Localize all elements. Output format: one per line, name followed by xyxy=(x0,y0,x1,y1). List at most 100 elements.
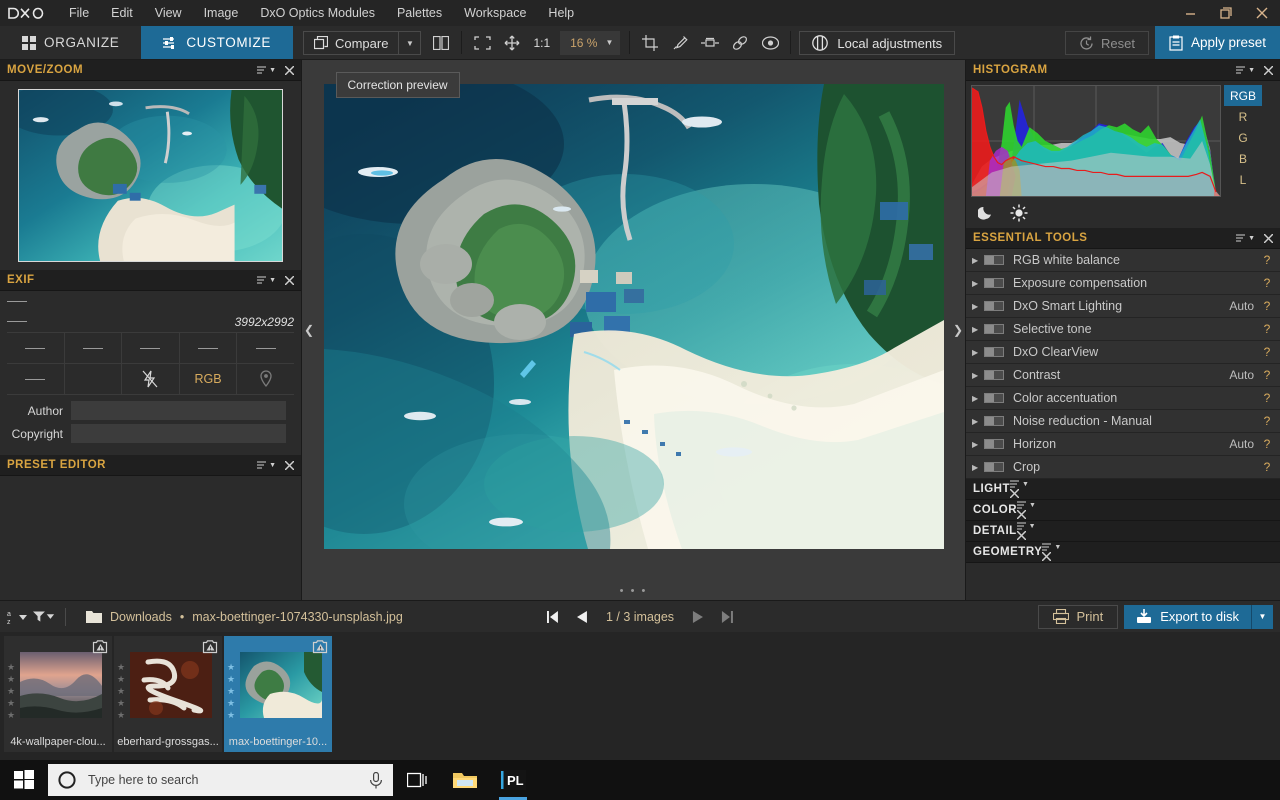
tool-row[interactable]: ▶ RGB white balance? xyxy=(966,249,1280,272)
next-image-button[interactable] xyxy=(692,610,704,623)
help-icon[interactable]: ? xyxy=(1263,276,1271,290)
close-icon[interactable] xyxy=(1244,0,1280,26)
rating-star[interactable]: ★ xyxy=(117,662,125,672)
copyright-input[interactable] xyxy=(71,424,286,443)
collapse-right-panel-button[interactable]: ❯ xyxy=(951,310,965,350)
panel-menu-icon[interactable]: ▼ xyxy=(1236,233,1255,243)
print-button[interactable]: Print xyxy=(1037,604,1119,629)
menu-image[interactable]: Image xyxy=(193,0,250,26)
close-icon[interactable] xyxy=(1016,531,1036,540)
tool-row[interactable]: ▶ Contrast Auto? xyxy=(966,364,1280,387)
collapse-left-panel-button[interactable]: ❮ xyxy=(302,310,316,350)
disclosure-triangle-icon[interactable]: ▶ xyxy=(972,440,984,449)
file-explorer-icon[interactable] xyxy=(441,760,489,800)
rating-star[interactable]: ★ xyxy=(7,662,15,672)
no-optics-module-warning-icon[interactable] xyxy=(202,638,219,655)
taskbar-search[interactable]: Type here to search xyxy=(48,764,393,796)
eyedropper-icon[interactable] xyxy=(667,30,693,56)
tool-auto-badge[interactable]: Auto xyxy=(1229,368,1263,382)
palette-section-header[interactable]: LIGHT ▼ xyxy=(966,479,1280,500)
tool-toggle[interactable] xyxy=(984,416,1004,426)
rating-star[interactable]: ★ xyxy=(7,698,15,708)
panel-menu-icon[interactable]: ▼ xyxy=(257,65,276,75)
tab-organize[interactable]: ORGANIZE xyxy=(0,26,141,59)
tool-toggle[interactable] xyxy=(984,462,1004,472)
tool-row[interactable]: ▶ DxO ClearView? xyxy=(966,341,1280,364)
tool-row[interactable]: ▶ Crop? xyxy=(966,456,1280,479)
close-icon[interactable] xyxy=(1042,552,1061,561)
filmstrip-thumbnail[interactable]: ★ ★ ★ ★ ★ eberhard-grossgas... xyxy=(114,636,222,752)
zoom-1to1-label[interactable]: 1:1 xyxy=(529,36,554,50)
tool-auto-badge[interactable]: Auto xyxy=(1229,299,1263,313)
disclosure-triangle-icon[interactable]: ▶ xyxy=(972,325,984,334)
local-adjustments-button[interactable]: Local adjustments xyxy=(799,31,956,55)
export-options-chevron-down-icon[interactable]: ▼ xyxy=(1251,604,1273,629)
photolab-taskbar-icon[interactable]: PL xyxy=(489,760,537,800)
microphone-icon[interactable] xyxy=(369,771,383,789)
disclosure-triangle-icon[interactable]: ▶ xyxy=(972,463,984,472)
tool-row[interactable]: ▶ DxO Smart Lighting Auto? xyxy=(966,295,1280,318)
palette-section-header[interactable]: COLOR ▼ xyxy=(966,500,1280,521)
help-icon[interactable]: ? xyxy=(1263,437,1271,451)
close-icon[interactable] xyxy=(285,65,294,75)
preview-eye-icon[interactable] xyxy=(757,30,783,56)
panel-menu-icon[interactable]: ▼ xyxy=(1017,501,1036,510)
palette-section-header[interactable]: DETAIL ▼ xyxy=(966,521,1280,542)
menu-help[interactable]: Help xyxy=(537,0,585,26)
palette-section-header[interactable]: GEOMETRY ▼ xyxy=(966,542,1280,563)
channel-l-button[interactable]: L xyxy=(1224,169,1262,190)
rating-star[interactable]: ★ xyxy=(117,710,125,720)
rating-star[interactable]: ★ xyxy=(227,686,235,696)
close-icon[interactable] xyxy=(285,460,294,470)
filmstrip-thumbnail[interactable]: ★ ★ ★ ★ ★ 4k-wallpaper-clou... xyxy=(4,636,112,752)
reset-button[interactable]: Reset xyxy=(1064,31,1149,55)
help-icon[interactable]: ? xyxy=(1263,460,1271,474)
rating-star[interactable]: ★ xyxy=(227,710,235,720)
resize-handle[interactable]: • • • xyxy=(620,585,648,597)
tool-row[interactable]: ▶ Noise reduction - Manual? xyxy=(966,410,1280,433)
tool-toggle[interactable] xyxy=(984,393,1004,403)
tool-toggle[interactable] xyxy=(984,278,1004,288)
close-icon[interactable] xyxy=(1017,510,1036,519)
tool-toggle[interactable] xyxy=(984,370,1004,380)
filter-icon[interactable] xyxy=(33,606,55,628)
tool-toggle[interactable] xyxy=(984,347,1004,357)
rating-star[interactable]: ★ xyxy=(117,698,125,708)
horizon-icon[interactable] xyxy=(697,30,723,56)
close-icon[interactable] xyxy=(1010,489,1029,498)
rating-star[interactable]: ★ xyxy=(7,674,15,684)
panel-menu-icon[interactable]: ▼ xyxy=(1042,543,1061,552)
last-image-button[interactable] xyxy=(721,610,734,623)
channel-b-button[interactable]: B xyxy=(1224,148,1262,169)
rating-star[interactable]: ★ xyxy=(227,674,235,684)
tool-row[interactable]: ▶ Horizon Auto? xyxy=(966,433,1280,456)
previous-image-button[interactable] xyxy=(576,610,588,623)
crop-icon[interactable] xyxy=(637,30,663,56)
histogram-plot[interactable] xyxy=(971,85,1221,197)
menu-palettes[interactable]: Palettes xyxy=(386,0,453,26)
help-icon[interactable]: ? xyxy=(1263,322,1271,336)
channel-rgb-button[interactable]: RGB xyxy=(1224,85,1262,106)
filmstrip-thumbnail[interactable]: ★ ★ ★ ★ ★ max-boettinger-10... xyxy=(224,636,332,752)
panel-menu-icon[interactable]: ▼ xyxy=(1010,480,1029,489)
help-icon[interactable]: ? xyxy=(1263,299,1271,313)
menu-file[interactable]: File xyxy=(58,0,100,26)
tab-customize[interactable]: CUSTOMIZE xyxy=(141,26,293,59)
menu-dxo-optics-modules[interactable]: DxO Optics Modules xyxy=(249,0,386,26)
restore-icon[interactable] xyxy=(1208,0,1244,26)
tool-toggle[interactable] xyxy=(984,301,1004,311)
no-optics-module-warning-icon[interactable] xyxy=(92,638,109,655)
rating-star[interactable]: ★ xyxy=(7,710,15,720)
author-input[interactable] xyxy=(71,401,286,420)
tool-toggle[interactable] xyxy=(984,439,1004,449)
tool-row[interactable]: ▶ Selective tone? xyxy=(966,318,1280,341)
panel-menu-icon[interactable]: ▼ xyxy=(257,275,276,285)
navigator-preview[interactable] xyxy=(18,89,283,262)
close-icon[interactable] xyxy=(1264,65,1273,75)
main-photo[interactable] xyxy=(323,84,944,549)
channel-r-button[interactable]: R xyxy=(1224,106,1262,127)
apply-preset-button[interactable]: Apply preset xyxy=(1154,26,1280,59)
rating-star[interactable]: ★ xyxy=(227,662,235,672)
chevron-down-icon[interactable]: ▼ xyxy=(398,32,420,54)
breadcrumb-folder[interactable]: Downloads xyxy=(110,610,172,624)
